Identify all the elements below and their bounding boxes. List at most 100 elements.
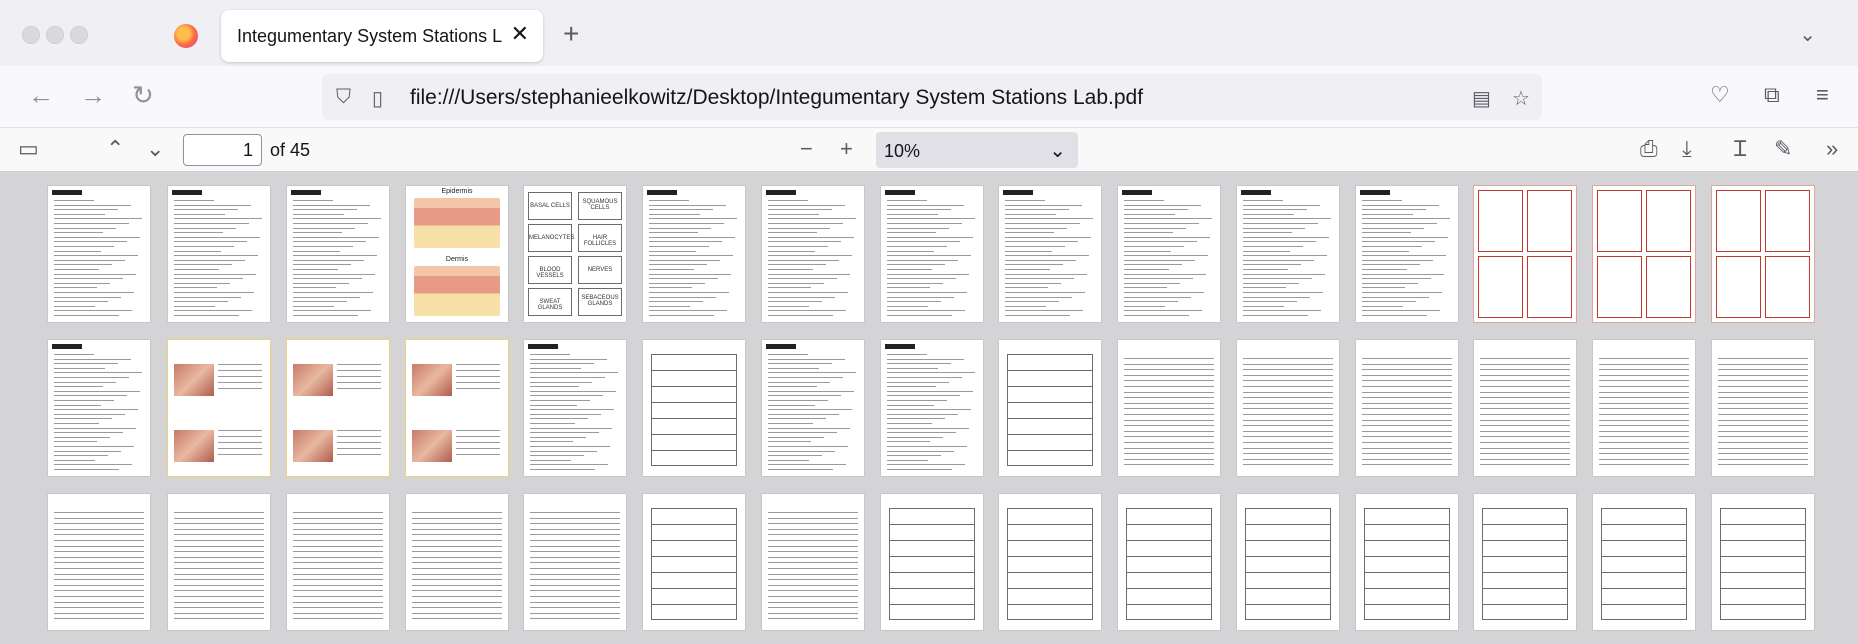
page-thumbnail[interactable] — [287, 186, 389, 322]
page-thumbnail[interactable] — [881, 340, 983, 476]
page-thumbnail[interactable]: BASAL CELLS SQUAMOUS CELLS MELANOCYTES H… — [524, 186, 626, 322]
text-line — [768, 404, 815, 406]
page-number-input[interactable]: 1 — [183, 134, 262, 166]
page-thumbnail[interactable] — [168, 340, 270, 476]
reader-icon[interactable]: ▤ — [1472, 86, 1491, 111]
page-thumbnail[interactable] — [1474, 186, 1576, 322]
page-thumbnail[interactable] — [168, 186, 270, 322]
zoom-select[interactable]: 10% ⌄ — [876, 132, 1078, 168]
page-thumbnail[interactable] — [881, 186, 983, 322]
forward-icon[interactable]: → — [80, 80, 106, 110]
text-line — [1124, 259, 1195, 261]
reload-icon[interactable]: ↻ — [132, 80, 154, 110]
close-window-button[interactable] — [22, 26, 40, 44]
page-thumbnail[interactable] — [643, 494, 745, 630]
text-line — [293, 232, 342, 234]
page-thumbnail[interactable] — [1118, 340, 1220, 476]
writing-line — [1362, 453, 1452, 455]
page-thumbnail[interactable] — [643, 186, 745, 322]
url-text[interactable]: file:///Users/stephanieelkowitz/Desktop/… — [410, 86, 1143, 110]
pocket-icon[interactable]: ♡ — [1710, 82, 1730, 108]
page-thumbnail[interactable] — [999, 186, 1101, 322]
page-thumbnail[interactable] — [168, 494, 270, 630]
sidebar-toggle-icon[interactable]: ▭ — [18, 136, 39, 162]
writing-line — [54, 618, 144, 620]
page-thumbnail[interactable] — [1237, 340, 1339, 476]
previous-page-icon[interactable]: ⌃ — [106, 136, 124, 162]
page-thumbnail[interactable] — [524, 340, 626, 476]
draw-icon[interactable]: ✎ — [1774, 136, 1792, 162]
page-thumbnail[interactable] — [999, 340, 1101, 476]
close-tab-icon[interactable]: ✕ — [511, 22, 529, 46]
navigation-bar: ← → ↻ ⛉ ▯ file:///Users/stephanieelkowit… — [0, 66, 1858, 128]
print-icon[interactable]: ⎙ — [1640, 136, 1658, 162]
page-thumbnail[interactable] — [1356, 186, 1458, 322]
page-thumbnail[interactable] — [406, 494, 508, 630]
page-thumbnail[interactable] — [287, 494, 389, 630]
back-icon[interactable]: ← — [28, 80, 54, 110]
page-thumbnail[interactable] — [999, 494, 1101, 630]
page-thumbnail[interactable] — [762, 494, 864, 630]
page-thumbnail[interactable] — [1712, 340, 1814, 476]
writing-line — [1718, 458, 1808, 460]
writing-line — [412, 607, 502, 609]
writing-line — [54, 534, 144, 536]
minimize-window-button[interactable] — [46, 26, 64, 44]
url-bar[interactable]: ⛉ ▯ file:///Users/stephanieelkowitz/Desk… — [322, 74, 1542, 120]
text-line — [530, 469, 595, 470]
page-total: of 45 — [270, 140, 311, 160]
page-thumbnail[interactable] — [406, 340, 508, 476]
page-thumbnail[interactable] — [1356, 494, 1458, 630]
writing-line — [1124, 436, 1214, 438]
page-thumbnail[interactable] — [1356, 340, 1458, 476]
case-card — [1527, 256, 1572, 318]
text-line — [649, 246, 709, 247]
extensions-icon[interactable]: ⧉ — [1764, 82, 1780, 108]
table-rule — [1007, 434, 1093, 435]
page-thumbnail[interactable] — [762, 340, 864, 476]
text-line — [174, 273, 256, 275]
bookmark-star-icon[interactable]: ☆ — [1512, 86, 1530, 111]
zoom-out-icon[interactable]: − — [800, 136, 813, 162]
page-thumbnail[interactable] — [1712, 186, 1814, 322]
page-thumbnail[interactable] — [1593, 186, 1695, 322]
page-thumbnail[interactable] — [1237, 494, 1339, 630]
text-cursor-icon[interactable]: Ɪ — [1734, 136, 1746, 162]
page-thumbnail[interactable] — [1593, 340, 1695, 476]
page-thumbnail[interactable] — [1712, 494, 1814, 630]
text-line — [768, 278, 837, 280]
writing-line — [1599, 419, 1689, 421]
next-page-icon[interactable]: ⌄ — [146, 136, 164, 162]
page-thumbnail[interactable] — [881, 494, 983, 630]
writing-line — [1480, 430, 1570, 432]
new-tab-icon[interactable]: + — [563, 20, 579, 48]
writing-line — [54, 596, 144, 597]
page-thumbnail[interactable] — [1118, 186, 1220, 322]
writing-line — [1362, 380, 1452, 382]
maximize-window-button[interactable] — [70, 26, 88, 44]
page-thumbnail[interactable] — [1474, 494, 1576, 630]
page-thumbnail[interactable] — [48, 186, 150, 322]
page-thumbnail[interactable] — [643, 340, 745, 476]
page-thumbnail[interactable] — [524, 494, 626, 630]
text-line — [1243, 310, 1321, 312]
list-tabs-icon[interactable]: ⌄ — [1799, 22, 1816, 47]
page-thumbnail[interactable] — [287, 340, 389, 476]
pdf-viewer[interactable]: Epidermis Dermis BASAL CELLS SQUAMOUS CE… — [0, 172, 1858, 644]
browser-tab[interactable]: Integumentary System Stations Lab.pdf ✕ — [221, 10, 543, 62]
page-thumbnail[interactable] — [1593, 494, 1695, 630]
page-thumbnail[interactable] — [48, 340, 150, 476]
page-thumbnail[interactable] — [1237, 186, 1339, 322]
page-thumbnail[interactable] — [48, 494, 150, 630]
page-thumbnail[interactable] — [762, 186, 864, 322]
page-thumbnail[interactable] — [1474, 340, 1576, 476]
shield-icon[interactable]: ⛉ — [336, 86, 351, 109]
page-thumbnail[interactable] — [1118, 494, 1220, 630]
page-thumbnail[interactable]: Epidermis Dermis — [406, 186, 508, 322]
text-line — [887, 459, 928, 461]
zoom-in-icon[interactable]: + — [840, 136, 853, 162]
more-tools-icon[interactable]: » — [1826, 136, 1838, 162]
download-icon[interactable]: ⤓ — [1682, 136, 1692, 162]
menu-icon[interactable]: ≡ — [1816, 82, 1829, 108]
firefox-view-icon[interactable] — [174, 24, 198, 48]
